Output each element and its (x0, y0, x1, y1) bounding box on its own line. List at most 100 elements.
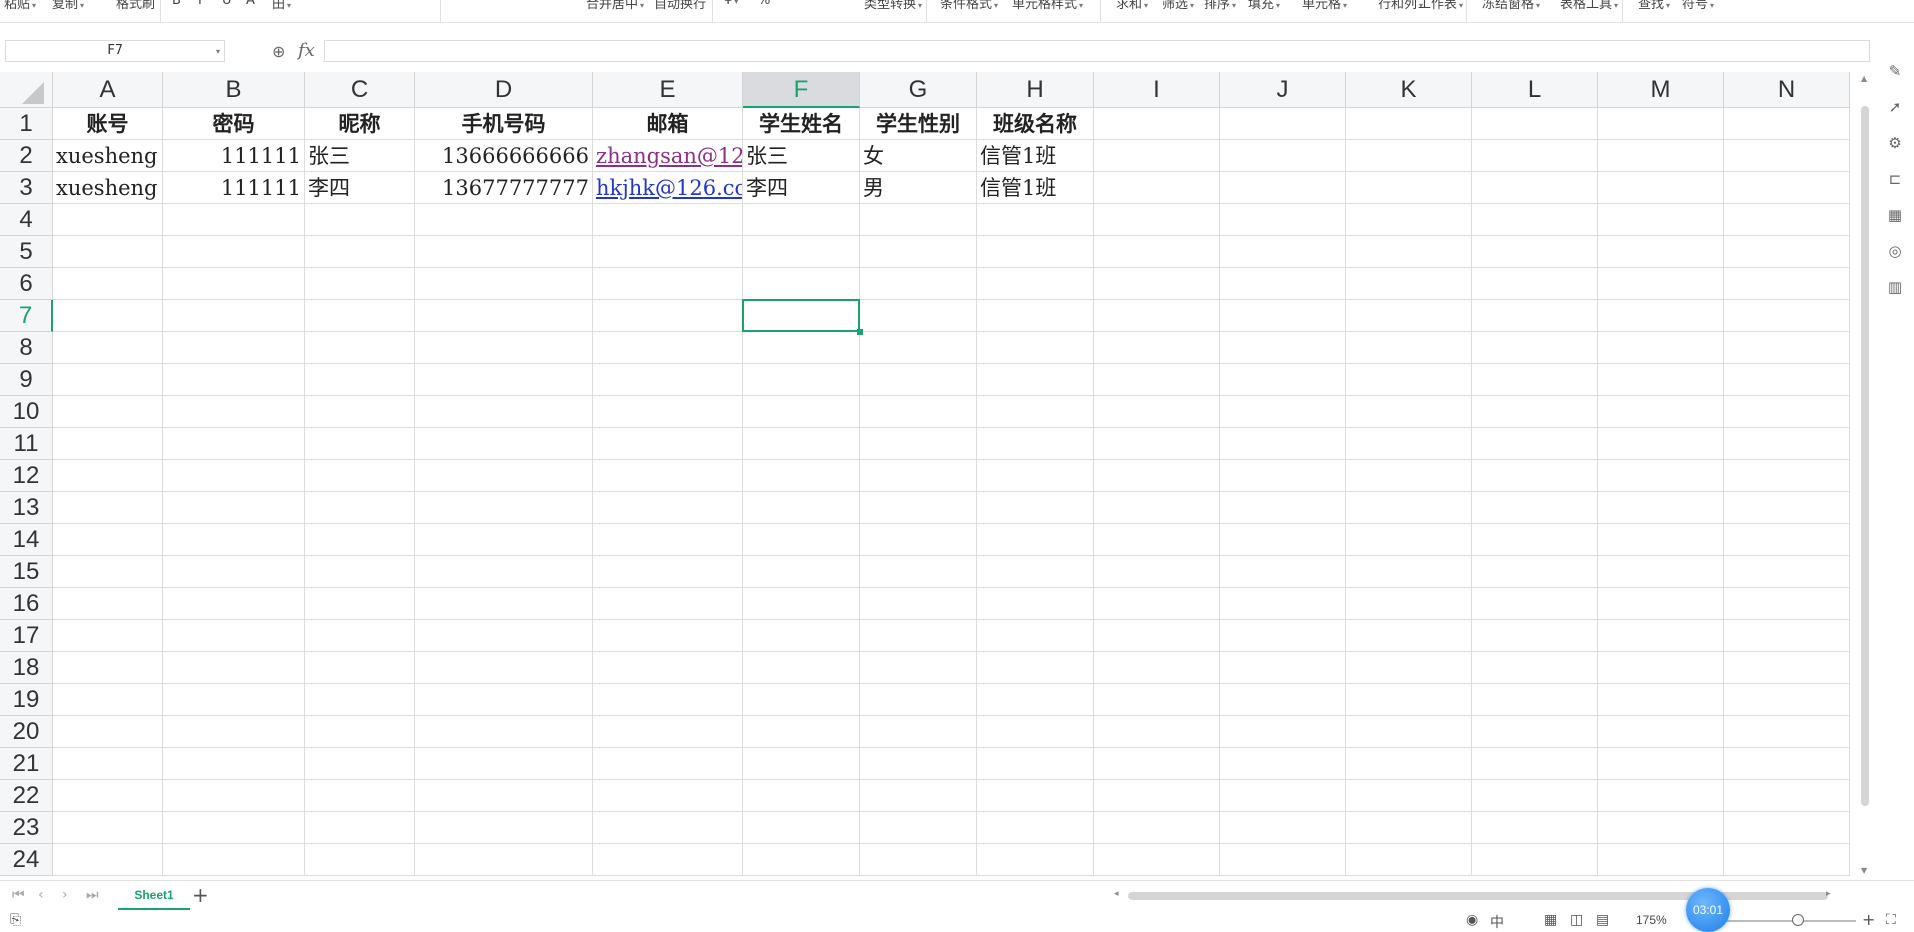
cell-a8[interactable] (53, 332, 163, 364)
cell-h23[interactable] (977, 812, 1094, 844)
cell-c2[interactable]: 张三 (305, 140, 415, 172)
cell-a22[interactable] (53, 780, 163, 812)
column-header-e[interactable]: E (593, 72, 743, 108)
table-style-icon[interactable]: ▦ (1886, 206, 1904, 224)
cell-c1[interactable]: 昵称 (305, 108, 415, 140)
cell-h11[interactable] (977, 428, 1094, 460)
cell-j3[interactable] (1220, 172, 1346, 204)
cell-e15[interactable] (593, 556, 743, 588)
cell-k10[interactable] (1346, 396, 1472, 428)
cell-l11[interactable] (1472, 428, 1598, 460)
prev-sheet-icon[interactable]: ‹ (38, 887, 44, 903)
cell-f1[interactable]: 学生姓名 (743, 108, 860, 140)
macro-record-icon[interactable]: ⎘ (10, 912, 21, 928)
cell-d10[interactable] (415, 396, 593, 428)
cell-h12[interactable] (977, 460, 1094, 492)
cell-j23[interactable] (1220, 812, 1346, 844)
scroll-down-icon[interactable]: ▼ (1861, 866, 1867, 875)
column-header-h[interactable]: H (977, 72, 1094, 108)
row-header-14[interactable]: 14 (0, 524, 53, 556)
cell-n10[interactable] (1724, 396, 1850, 428)
cell-f23[interactable] (743, 812, 860, 844)
timer-badge[interactable]: 03:01 (1686, 888, 1730, 932)
cell-g7[interactable] (860, 300, 977, 332)
row-header-3[interactable]: 3 (0, 172, 53, 204)
ribbon-button-22[interactable]: 冻结窗格 ▾ (1482, 0, 1540, 12)
cell-b4[interactable] (163, 204, 305, 236)
cell-j21[interactable] (1220, 748, 1346, 780)
cell-g13[interactable] (860, 492, 977, 524)
cell-e8[interactable] (593, 332, 743, 364)
ribbon-button-10[interactable]: ¥ ▾ (724, 0, 738, 8)
cell-m4[interactable] (1598, 204, 1724, 236)
column-header-d[interactable]: D (415, 72, 593, 108)
row-header-8[interactable]: 8 (0, 332, 53, 364)
cell-i17[interactable] (1094, 620, 1220, 652)
brush-icon[interactable]: ✎ (1886, 62, 1904, 80)
ribbon-button-5[interactable]: U (222, 0, 232, 8)
cell-g3[interactable]: 男 (860, 172, 977, 204)
cell-d19[interactable] (415, 684, 593, 716)
insert-function-icon[interactable]: fx (298, 40, 315, 61)
cell-j20[interactable] (1220, 716, 1346, 748)
cell-a2[interactable]: xuesheng (53, 140, 163, 172)
cell-i24[interactable] (1094, 844, 1220, 876)
column-header-i[interactable]: I (1094, 72, 1220, 108)
cell-f15[interactable] (743, 556, 860, 588)
cell-b20[interactable] (163, 716, 305, 748)
cell-d1[interactable]: 手机号码 (415, 108, 593, 140)
cell-c10[interactable] (305, 396, 415, 428)
cell-c11[interactable] (305, 428, 415, 460)
cell-l5[interactable] (1472, 236, 1598, 268)
cell-b24[interactable] (163, 844, 305, 876)
cell-e9[interactable] (593, 364, 743, 396)
cell-b15[interactable] (163, 556, 305, 588)
cell-m2[interactable] (1598, 140, 1724, 172)
cell-h15[interactable] (977, 556, 1094, 588)
ribbon-button-1[interactable]: 复制 ▾ (52, 0, 84, 12)
cell-j12[interactable] (1220, 460, 1346, 492)
cell-g21[interactable] (860, 748, 977, 780)
cell-n18[interactable] (1724, 652, 1850, 684)
cell-g9[interactable] (860, 364, 977, 396)
scroll-up-icon[interactable]: ▲ (1861, 74, 1867, 83)
cell-l23[interactable] (1472, 812, 1598, 844)
cell-n5[interactable] (1724, 236, 1850, 268)
cell-a21[interactable] (53, 748, 163, 780)
cell-e4[interactable] (593, 204, 743, 236)
cell-k5[interactable] (1346, 236, 1472, 268)
location-icon[interactable]: ◎ (1886, 242, 1904, 260)
cell-i2[interactable] (1094, 140, 1220, 172)
cell-m8[interactable] (1598, 332, 1724, 364)
cell-d11[interactable] (415, 428, 593, 460)
cell-m10[interactable] (1598, 396, 1724, 428)
ribbon-button-21[interactable]: 工作表 ▾ (1418, 0, 1463, 12)
cell-h13[interactable] (977, 492, 1094, 524)
cell-i13[interactable] (1094, 492, 1220, 524)
cell-f2[interactable]: 张三 (743, 140, 860, 172)
cell-j8[interactable] (1220, 332, 1346, 364)
cell-i19[interactable] (1094, 684, 1220, 716)
cell-e16[interactable] (593, 588, 743, 620)
cell-f13[interactable] (743, 492, 860, 524)
cell-n12[interactable] (1724, 460, 1850, 492)
cell-h24[interactable] (977, 844, 1094, 876)
ribbon-button-20[interactable]: 行和列 ▾ (1378, 0, 1423, 12)
cell-m18[interactable] (1598, 652, 1724, 684)
cell-k3[interactable] (1346, 172, 1472, 204)
dropdown-arrow-icon[interactable]: ▾ (1614, 1, 1618, 10)
ribbon-button-6[interactable]: A (246, 0, 255, 8)
cell-k12[interactable] (1346, 460, 1472, 492)
cell-f4[interactable] (743, 204, 860, 236)
cell-h22[interactable] (977, 780, 1094, 812)
cell-c16[interactable] (305, 588, 415, 620)
cell-d9[interactable] (415, 364, 593, 396)
cell-d22[interactable] (415, 780, 593, 812)
cell-l21[interactable] (1472, 748, 1598, 780)
cell-i21[interactable] (1094, 748, 1220, 780)
cell-j13[interactable] (1220, 492, 1346, 524)
cell-l2[interactable] (1472, 140, 1598, 172)
cell-c13[interactable] (305, 492, 415, 524)
cell-b5[interactable] (163, 236, 305, 268)
cell-l14[interactable] (1472, 524, 1598, 556)
